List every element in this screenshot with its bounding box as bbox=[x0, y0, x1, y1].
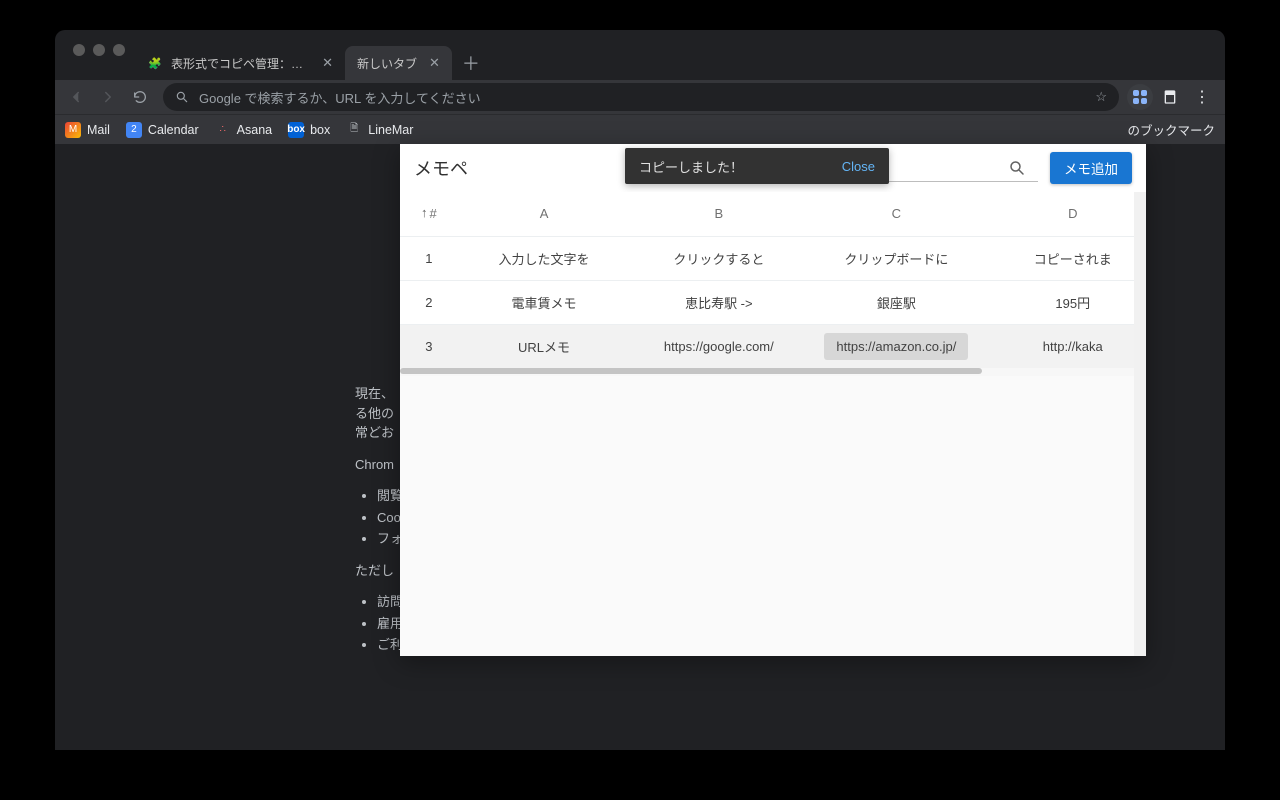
other-bookmarks[interactable]: のブックマーク bbox=[1127, 120, 1215, 139]
search-input[interactable] bbox=[888, 160, 1008, 175]
extension-button[interactable] bbox=[1127, 84, 1153, 110]
horizontal-scrollbar[interactable] bbox=[400, 368, 1146, 376]
calendar-icon: 2 bbox=[126, 122, 142, 138]
sort-up-icon: ↑ bbox=[421, 205, 428, 220]
asana-icon: ∴ bbox=[215, 122, 231, 138]
popup-title: メモペ bbox=[414, 155, 468, 181]
table-container: ↑# A B C D 1 入力した文字を クリックすると クリップボードに bbox=[400, 192, 1146, 656]
table-row: 1 入力した文字を クリックすると クリップボードに コピーされま bbox=[400, 236, 1146, 280]
cell[interactable]: 銀座駅 bbox=[807, 280, 985, 324]
toast-snackbar: コピーしました！ Close bbox=[625, 148, 889, 184]
cell[interactable]: http://kaka bbox=[986, 324, 1146, 368]
forward-button[interactable] bbox=[93, 82, 123, 112]
box-icon: box bbox=[288, 122, 304, 138]
toast-message: コピーしました！ bbox=[639, 157, 842, 176]
bookmarks-bar: M Mail 2 Calendar ∴ Asana boxbox 🗎 LineMar の… bbox=[55, 114, 1225, 144]
bookmark-label: box bbox=[310, 123, 330, 137]
new-tab-button[interactable]: ＋ bbox=[452, 46, 490, 80]
cell[interactable]: クリップボードに bbox=[807, 236, 985, 280]
table-row: 2 電車賃メモ 恵比寿駅 -> 銀座駅 195円 bbox=[400, 280, 1146, 324]
gmail-icon: M bbox=[65, 122, 81, 138]
row-index: 2 bbox=[400, 280, 458, 324]
table-header-row: ↑# A B C D bbox=[400, 192, 1146, 236]
favicon-memope: 🧩 bbox=[147, 55, 163, 71]
vertical-scrollbar[interactable] bbox=[1134, 192, 1146, 656]
traffic-zoom[interactable] bbox=[113, 44, 125, 56]
reload-button[interactable] bbox=[125, 82, 155, 112]
search-field[interactable] bbox=[888, 154, 1038, 182]
bookmark-label: Mail bbox=[87, 123, 110, 137]
traffic-close[interactable] bbox=[73, 44, 85, 56]
col-header-index[interactable]: ↑# bbox=[400, 192, 458, 236]
omnibox[interactable]: Google で検索するか、URL を入力してください ☆ bbox=[163, 83, 1119, 111]
bookmark-calendar[interactable]: 2 Calendar bbox=[126, 122, 199, 138]
kebab-menu-icon[interactable]: ⋮ bbox=[1187, 82, 1217, 112]
search-icon bbox=[1008, 159, 1026, 177]
row-index: 1 bbox=[400, 236, 458, 280]
bookmark-lineman[interactable]: 🗎 LineMar bbox=[346, 122, 413, 138]
close-icon[interactable]: ✕ bbox=[322, 55, 333, 71]
scroll-thumb[interactable] bbox=[400, 368, 982, 374]
cell-highlighted[interactable]: https://amazon.co.jp/ bbox=[807, 324, 985, 368]
copied-cell-chip: https://amazon.co.jp/ bbox=[824, 333, 968, 360]
bookmark-label: LineMar bbox=[368, 123, 413, 137]
toolbar: Google で検索するか、URL を入力してください ☆ ⋮ bbox=[55, 80, 1225, 114]
col-header-c[interactable]: C bbox=[807, 192, 985, 236]
traffic-minimize[interactable] bbox=[93, 44, 105, 56]
doc-icon: 🗎 bbox=[346, 122, 362, 138]
tabstrip: 🧩 表形式でコピペ管理：メモペ - ア ✕ 新しいタブ ✕ ＋ bbox=[55, 44, 1225, 80]
bookmark-label: Calendar bbox=[148, 123, 199, 137]
back-button[interactable] bbox=[61, 82, 91, 112]
cell[interactable]: 電車賃メモ bbox=[458, 280, 631, 324]
memo-table: ↑# A B C D 1 入力した文字を クリックすると クリップボードに bbox=[400, 192, 1146, 368]
window-traffic-lights bbox=[73, 44, 125, 56]
browser-window: 🧩 表形式でコピペ管理：メモペ - ア ✕ 新しいタブ ✕ ＋ Google で… bbox=[55, 30, 1225, 750]
omnibox-placeholder: Google で検索するか、URL を入力してください bbox=[199, 88, 481, 107]
tab-0[interactable]: 🧩 表形式でコピペ管理：メモペ - ア ✕ bbox=[135, 46, 345, 80]
bookmark-label: Asana bbox=[237, 123, 272, 137]
bookmark-box[interactable]: boxbox bbox=[288, 122, 330, 138]
popup-header: メモペ コピーしました！ Close メモ追加 bbox=[400, 144, 1146, 192]
search-icon bbox=[175, 90, 189, 104]
tab-1[interactable]: 新しいタブ ✕ bbox=[345, 46, 452, 80]
bookmark-mail[interactable]: M Mail bbox=[65, 122, 110, 138]
cell[interactable]: 195円 bbox=[986, 280, 1146, 324]
col-header-d[interactable]: D bbox=[986, 192, 1146, 236]
cell[interactable]: コピーされま bbox=[986, 236, 1146, 280]
cell[interactable]: 入力した文字を bbox=[458, 236, 631, 280]
cell[interactable]: 恵比寿駅 -> bbox=[630, 280, 807, 324]
cell[interactable]: https://google.com/ bbox=[630, 324, 807, 368]
col-header-a[interactable]: A bbox=[458, 192, 631, 236]
page-content: 現在、る他の常どお Chrom 閲覧 Coo フォ ただし 訪問 雇用 ご利 メ… bbox=[55, 144, 1225, 750]
close-icon[interactable]: ✕ bbox=[429, 55, 440, 71]
tab-title: 新しいタブ bbox=[357, 55, 417, 72]
toast-close-button[interactable]: Close bbox=[842, 159, 875, 174]
extension-popup: メモペ コピーしました！ Close メモ追加 ↑# bbox=[400, 144, 1146, 656]
titlebar bbox=[55, 30, 1225, 44]
cell[interactable]: URLメモ bbox=[458, 324, 631, 368]
bookmark-star-icon[interactable]: ☆ bbox=[1095, 89, 1107, 105]
tab-title: 表形式でコピペ管理：メモペ - ア bbox=[171, 55, 310, 72]
row-index: 3 bbox=[400, 324, 458, 368]
add-memo-button[interactable]: メモ追加 bbox=[1050, 152, 1132, 184]
account-icon[interactable] bbox=[1155, 82, 1185, 112]
col-header-b[interactable]: B bbox=[630, 192, 807, 236]
table-row: 3 URLメモ https://google.com/ https://amaz… bbox=[400, 324, 1146, 368]
cell[interactable]: クリックすると bbox=[630, 236, 807, 280]
bookmark-asana[interactable]: ∴ Asana bbox=[215, 122, 272, 138]
